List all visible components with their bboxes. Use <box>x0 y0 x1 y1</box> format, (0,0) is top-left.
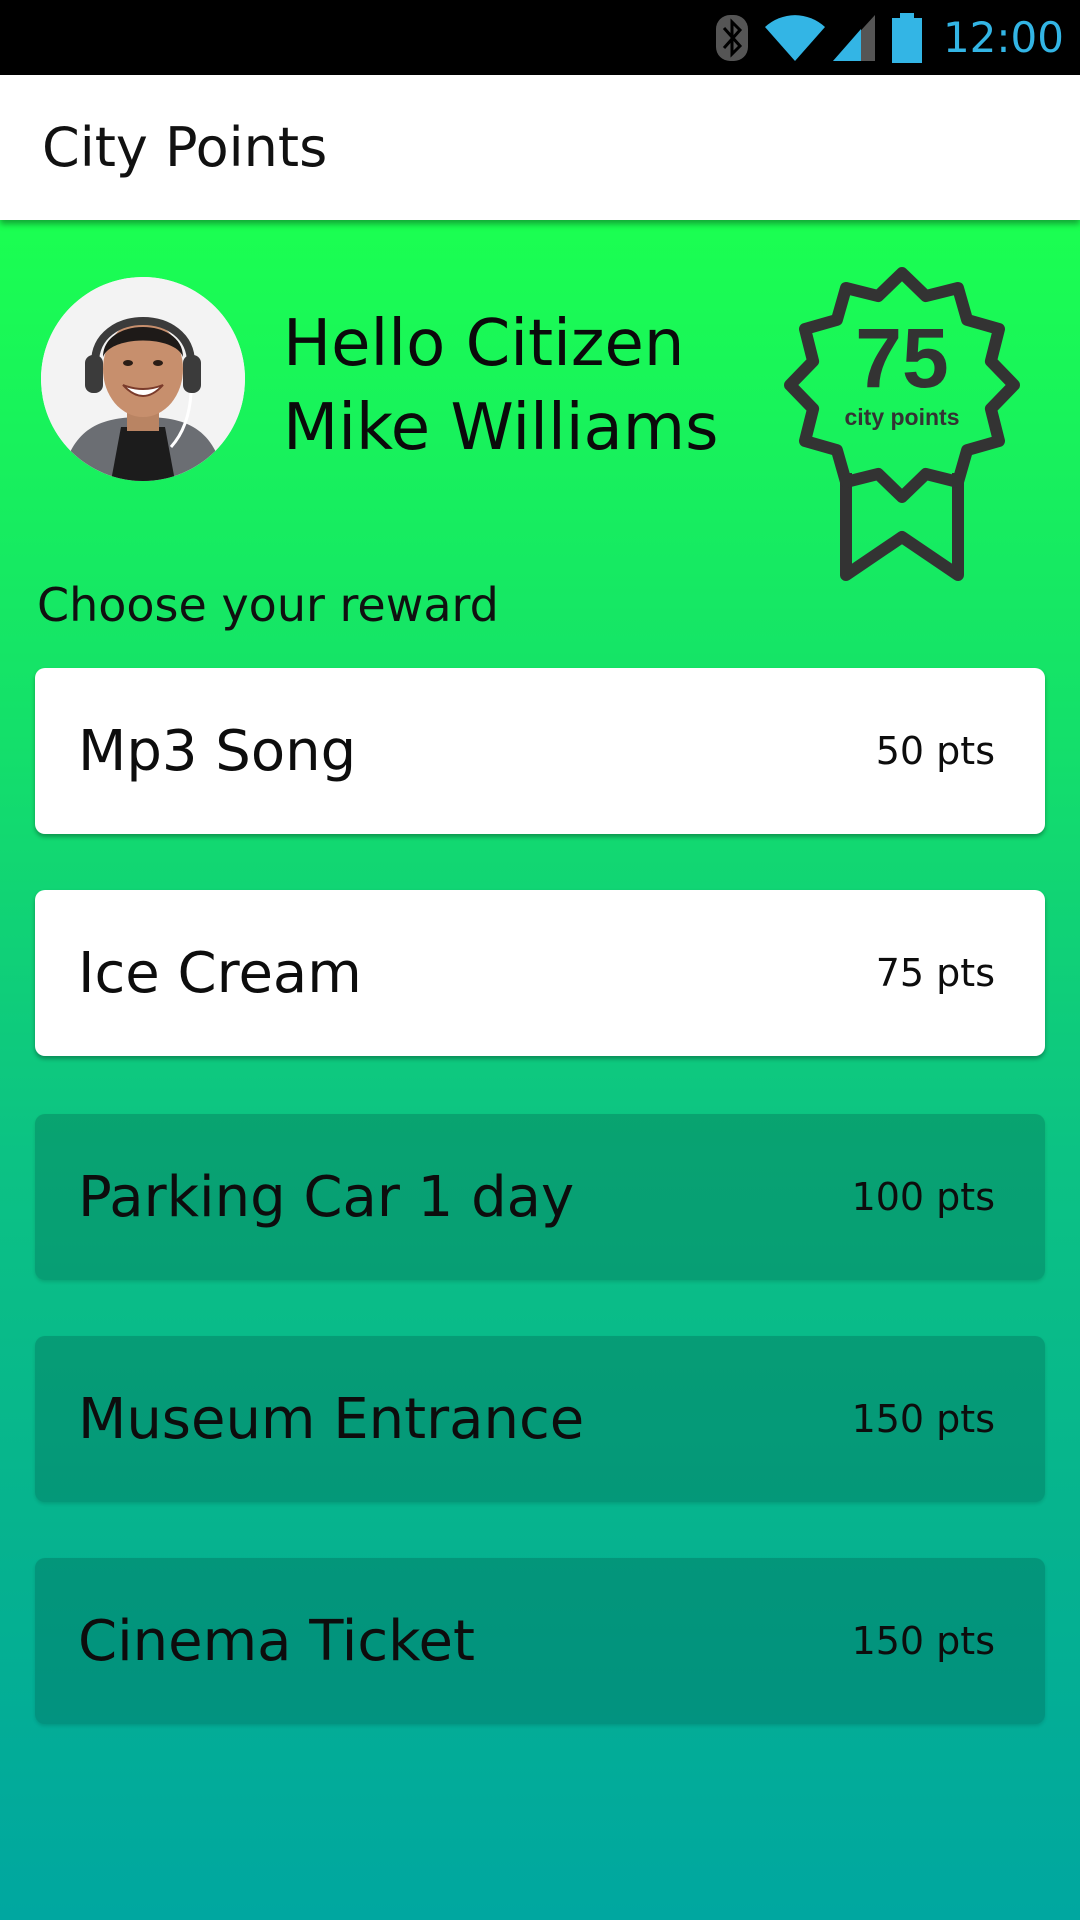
reward-name: Ice Cream <box>78 940 362 1006</box>
reward-name: Cinema Ticket <box>78 1608 475 1674</box>
reward-points: 100 pts <box>851 1175 995 1219</box>
cell-signal-icon <box>831 13 877 63</box>
points-label: city points <box>844 404 959 430</box>
greeting-line-1: Hello Citizen <box>283 307 685 381</box>
user-name: Mike Williams <box>283 391 719 465</box>
reward-item[interactable]: Ice Cream 75 pts <box>35 890 1045 1056</box>
reward-points: 75 pts <box>875 951 995 995</box>
reward-points: 50 pts <box>875 729 995 773</box>
status-bar: 12:00 <box>0 0 1080 75</box>
reward-item[interactable]: Parking Car 1 day 100 pts <box>35 1114 1045 1280</box>
section-heading: Choose your reward <box>37 578 499 632</box>
reward-name: Mp3 Song <box>78 718 357 784</box>
app-bar: City Points <box>0 75 1080 220</box>
greeting: Hello Citizen Mike Williams <box>283 302 718 470</box>
reward-points: 150 pts <box>851 1397 995 1441</box>
status-time: 12:00 <box>942 13 1064 62</box>
battery-icon <box>891 12 923 63</box>
reward-item[interactable]: Mp3 Song 50 pts <box>35 668 1045 834</box>
page-title: City Points <box>42 116 328 179</box>
points-badge: 75 city points <box>770 255 1050 605</box>
award-ribbon-icon: 75 city points <box>784 267 1020 581</box>
avatar[interactable] <box>41 277 245 481</box>
bluetooth-icon <box>715 14 749 62</box>
reward-name: Parking Car 1 day <box>78 1164 575 1230</box>
main-content: Hello Citizen Mike Williams 75 city poin… <box>0 220 1080 1920</box>
wifi-icon <box>763 13 827 63</box>
reward-points: 150 pts <box>851 1619 995 1663</box>
reward-item[interactable]: Cinema Ticket 150 pts <box>35 1558 1045 1724</box>
reward-item[interactable]: Museum Entrance 150 pts <box>35 1336 1045 1502</box>
points-value: 75 <box>855 311 948 405</box>
avatar-image <box>41 277 245 481</box>
reward-name: Museum Entrance <box>78 1386 585 1452</box>
